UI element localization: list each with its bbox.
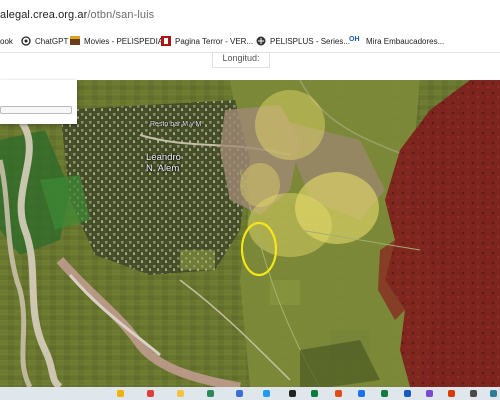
bookmark-label: Pagina Terror - VER... [175,36,254,46]
bookmark-item-terror[interactable]: Pagina Terror - VER... [161,34,253,48]
url-path: /otbn/san-luis [87,9,155,21]
longitude-label: Longitud: [212,53,270,68]
bookmark-label: PELISPLUS - Series... [270,36,351,46]
map-search-panel[interactable] [0,80,77,124]
bookmark-item-chatgpt[interactable]: ChatGPT [21,34,68,48]
app-icon-3[interactable] [177,390,184,397]
app-icon-13[interactable] [426,390,433,397]
app-icon-12[interactable] [404,390,411,397]
bookmark-item-mira[interactable]: OH Mira Embaucadores... [349,34,444,48]
bookmark-item-partial[interactable]: ook [0,34,13,48]
movies-icon [70,36,80,46]
url-host: alegal.crea.org.ar [0,9,88,21]
app-icon-10[interactable] [358,390,365,397]
url-text[interactable]: alegal.crea.org.ar/otbn/san-luis [0,9,154,21]
app-icon-11[interactable] [381,390,388,397]
app-icon-1[interactable] [117,390,124,397]
pelisplus-icon [256,36,266,46]
address-bar[interactable]: alegal.crea.org.ar/otbn/san-luis [0,0,500,30]
app-icon-2[interactable] [147,390,154,397]
bookmark-label: Mira Embaucadores... [366,36,445,46]
bookmark-item-pelisplus[interactable]: PELISPLUS - Series... [256,34,350,48]
place-label-resto: Resto bar M y M [150,121,202,128]
town-line-1: Leandro [146,152,181,163]
bookmark-label: Movies - PELISPEDIA [84,36,164,46]
place-label-town: Leandro N. Alem [146,152,181,174]
bookmark-label: ook [0,36,13,46]
app-icon-15[interactable] [470,390,477,397]
app-icon-7[interactable] [289,390,296,397]
terror-page-icon [161,36,171,46]
map-canvas [0,80,500,387]
search-input[interactable] [0,106,72,114]
bookmarks-bar: ook ChatGPT Movies - PELISPEDIA Pagina T… [0,30,500,53]
app-icon-14[interactable] [448,390,455,397]
app-icon-16[interactable] [490,390,497,397]
bookmark-label: ChatGPT [35,36,69,46]
app-icon-4[interactable] [207,390,214,397]
app-icon-5[interactable] [236,390,243,397]
oh-icon: OH [349,36,360,43]
taskbar [0,387,500,400]
town-line-2: N. Alem [146,163,180,174]
bookmark-item-movies[interactable]: Movies - PELISPEDIA [70,34,163,48]
app-icon-8[interactable] [311,390,318,397]
chatgpt-icon [21,36,31,46]
app-icon-9[interactable] [335,390,342,397]
satellite-map[interactable] [0,80,500,387]
app-icon-6[interactable] [263,390,270,397]
